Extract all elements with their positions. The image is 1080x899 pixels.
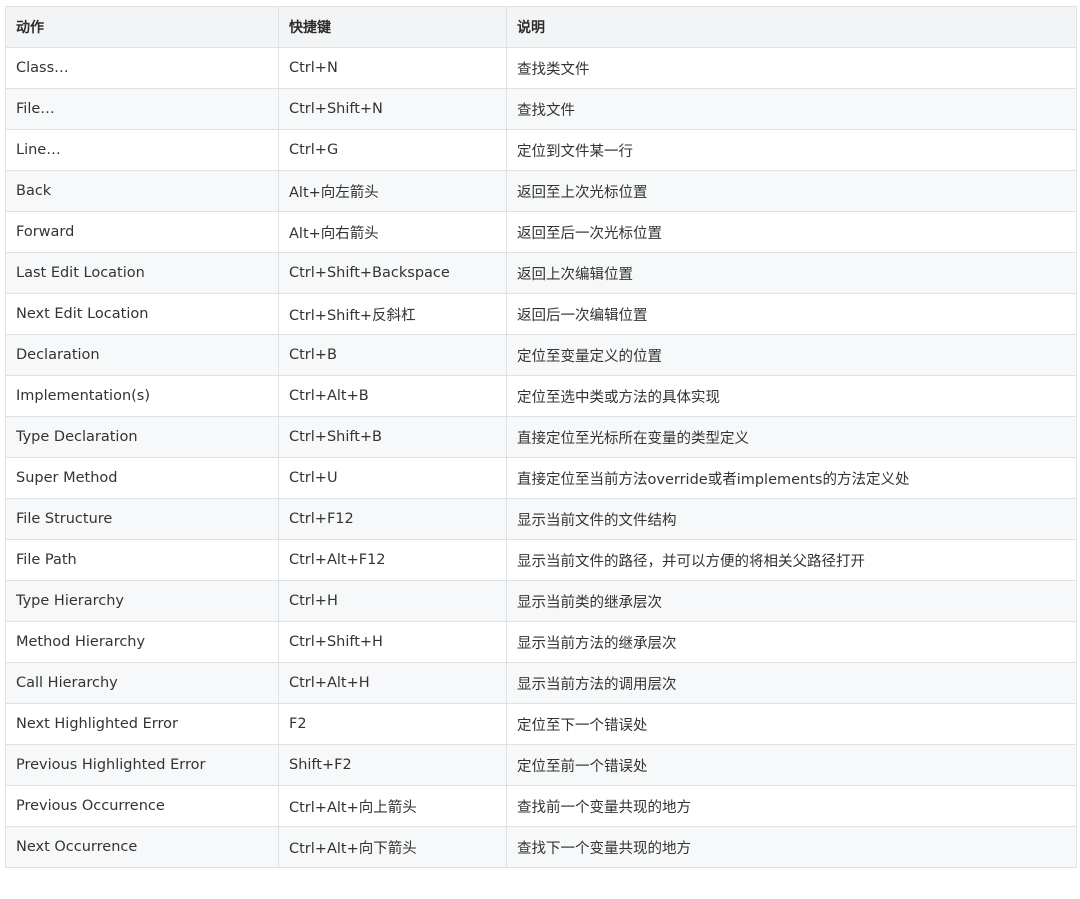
cell-shortcut: Ctrl+N xyxy=(278,47,507,89)
cell-action: Line… xyxy=(5,129,279,171)
cell-action: Last Edit Location xyxy=(5,252,279,294)
table-row: Forward Alt+向右箭头 返回至后一次光标位置 xyxy=(5,211,1077,253)
cell-action: Next Edit Location xyxy=(5,293,279,335)
cell-shortcut: Ctrl+B xyxy=(278,334,507,376)
cell-action: File… xyxy=(5,88,279,130)
cell-description: 查找类文件 xyxy=(506,47,1077,89)
cell-description: 显示当前方法的继承层次 xyxy=(506,621,1077,663)
cell-description: 定位至选中类或方法的具体实现 xyxy=(506,375,1077,417)
table-row: Super Method Ctrl+U 直接定位至当前方法override或者imp… xyxy=(5,457,1077,499)
table-body: Class… Ctrl+N 查找类文件 File… Ctrl+Shift+N 查找文件 Li… xyxy=(5,47,1077,868)
table-row: Back Alt+向左箭头 返回至上次光标位置 xyxy=(5,170,1077,212)
cell-shortcut: Ctrl+G xyxy=(278,129,507,171)
cell-shortcut: Alt+向左箭头 xyxy=(278,170,507,212)
header-shortcut: 快捷键 xyxy=(278,6,507,48)
cell-description: 定位至下一个错误处 xyxy=(506,703,1077,745)
shortcut-table: 动作 快捷键 说明 Class… Ctrl+N 查找类文件 File… Ctrl+Shi… xyxy=(5,6,1077,868)
cell-description: 查找文件 xyxy=(506,88,1077,130)
table-row: Type Hierarchy Ctrl+H 显示当前类的继承层次 xyxy=(5,580,1077,622)
cell-action: File Structure xyxy=(5,498,279,540)
cell-shortcut: Ctrl+Alt+F12 xyxy=(278,539,507,581)
cell-description: 返回上次编辑位置 xyxy=(506,252,1077,294)
cell-action: Call Hierarchy xyxy=(5,662,279,704)
cell-action: File Path xyxy=(5,539,279,581)
cell-description: 显示当前方法的调用层次 xyxy=(506,662,1077,704)
table-row: Implementation(s) Ctrl+Alt+B 定位至选中类或方法的具体实… xyxy=(5,375,1077,417)
cell-shortcut: Ctrl+Shift+B xyxy=(278,416,507,458)
cell-action: Type Hierarchy xyxy=(5,580,279,622)
cell-action: Declaration xyxy=(5,334,279,376)
cell-shortcut: Ctrl+Alt+H xyxy=(278,662,507,704)
cell-description: 返回后一次编辑位置 xyxy=(506,293,1077,335)
cell-description: 返回至后一次光标位置 xyxy=(506,211,1077,253)
cell-action: Type Declaration xyxy=(5,416,279,458)
cell-shortcut: F2 xyxy=(278,703,507,745)
cell-action: Previous Highlighted Error xyxy=(5,744,279,786)
cell-description: 显示当前文件的文件结构 xyxy=(506,498,1077,540)
cell-shortcut: Ctrl+Alt+B xyxy=(278,375,507,417)
cell-description: 定位到文件某一行 xyxy=(506,129,1077,171)
header-row: 动作 快捷键 说明 xyxy=(5,6,1077,48)
cell-shortcut: Ctrl+Alt+向下箭头 xyxy=(278,826,507,868)
cell-action: Forward xyxy=(5,211,279,253)
table-row: Call Hierarchy Ctrl+Alt+H 显示当前方法的调用层次 xyxy=(5,662,1077,704)
table-row: Last Edit Location Ctrl+Shift+Backspace 返回… xyxy=(5,252,1077,294)
cell-shortcut: Shift+F2 xyxy=(278,744,507,786)
cell-description: 定位至变量定义的位置 xyxy=(506,334,1077,376)
table-row: Method Hierarchy Ctrl+Shift+H 显示当前方法的继承层次 xyxy=(5,621,1077,663)
cell-shortcut: Ctrl+Shift+N xyxy=(278,88,507,130)
table-row: Previous Occurrence Ctrl+Alt+向上箭头 查找前一个变量共… xyxy=(5,785,1077,827)
table-row: Next Highlighted Error F2 定位至下一个错误处 xyxy=(5,703,1077,745)
table-row: Declaration Ctrl+B 定位至变量定义的位置 xyxy=(5,334,1077,376)
table-row: File Structure Ctrl+F12 显示当前文件的文件结构 xyxy=(5,498,1077,540)
cell-action: Class… xyxy=(5,47,279,89)
cell-action: Next Highlighted Error xyxy=(5,703,279,745)
cell-shortcut: Alt+向右箭头 xyxy=(278,211,507,253)
cell-action: Previous Occurrence xyxy=(5,785,279,827)
cell-shortcut: Ctrl+Shift+Backspace xyxy=(278,252,507,294)
cell-action: Method Hierarchy xyxy=(5,621,279,663)
cell-shortcut: Ctrl+H xyxy=(278,580,507,622)
cell-action: Super Method xyxy=(5,457,279,499)
table-row: Line… Ctrl+G 定位到文件某一行 xyxy=(5,129,1077,171)
header-action: 动作 xyxy=(5,6,279,48)
cell-description: 查找前一个变量共现的地方 xyxy=(506,785,1077,827)
cell-description: 显示当前类的继承层次 xyxy=(506,580,1077,622)
table-row: Type Declaration Ctrl+Shift+B 直接定位至光标所在变量的… xyxy=(5,416,1077,458)
cell-action: Next Occurrence xyxy=(5,826,279,868)
cell-description: 显示当前文件的路径，并可以方便的将相关父路径打开 xyxy=(506,539,1077,581)
table-row: File… Ctrl+Shift+N 查找文件 xyxy=(5,88,1077,130)
cell-description: 返回至上次光标位置 xyxy=(506,170,1077,212)
table-header: 动作 快捷键 说明 xyxy=(5,6,1077,48)
table-row: Previous Highlighted Error Shift+F2 定位至前一个… xyxy=(5,744,1077,786)
cell-shortcut: Ctrl+F12 xyxy=(278,498,507,540)
cell-shortcut: Ctrl+Shift+反斜杠 xyxy=(278,293,507,335)
cell-description: 定位至前一个错误处 xyxy=(506,744,1077,786)
table-row: Next Occurrence Ctrl+Alt+向下箭头 查找下一个变量共现的地方 xyxy=(5,826,1077,868)
cell-description: 查找下一个变量共现的地方 xyxy=(506,826,1077,868)
table-row: Next Edit Location Ctrl+Shift+反斜杠 返回后一次编辑位… xyxy=(5,293,1077,335)
header-description: 说明 xyxy=(506,6,1077,48)
cell-action: Implementation(s) xyxy=(5,375,279,417)
shortcut-table-container: 动作 快捷键 说明 Class… Ctrl+N 查找类文件 File… Ctrl+Shi… xyxy=(5,6,1077,868)
cell-shortcut: Ctrl+Shift+H xyxy=(278,621,507,663)
cell-action: Back xyxy=(5,170,279,212)
cell-description: 直接定位至光标所在变量的类型定义 xyxy=(506,416,1077,458)
cell-shortcut: Ctrl+U xyxy=(278,457,507,499)
cell-shortcut: Ctrl+Alt+向上箭头 xyxy=(278,785,507,827)
table-row: File Path Ctrl+Alt+F12 显示当前文件的路径，并可以方便的将相关… xyxy=(5,539,1077,581)
cell-description: 直接定位至当前方法override或者implements的方法定义处 xyxy=(506,457,1077,499)
table-row: Class… Ctrl+N 查找类文件 xyxy=(5,47,1077,89)
